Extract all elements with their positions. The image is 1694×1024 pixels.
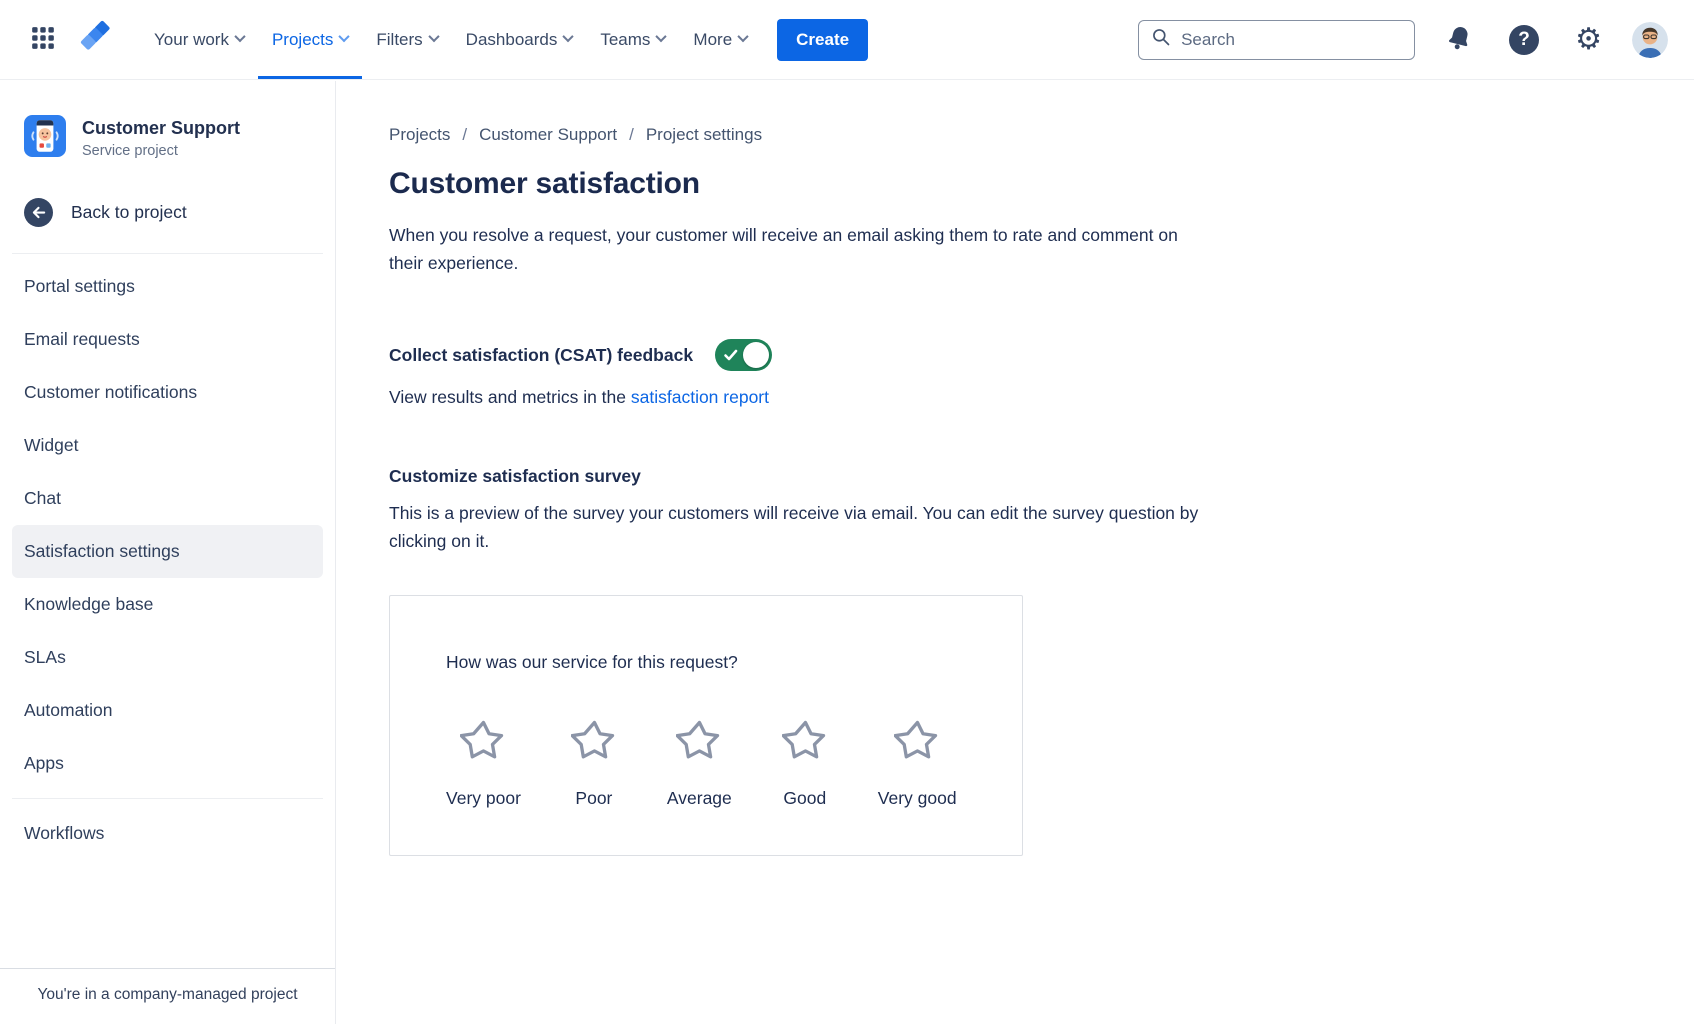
star-icon xyxy=(782,717,828,768)
csat-toggle-row: Collect satisfaction (CSAT) feedback xyxy=(389,339,1654,371)
star-icon xyxy=(676,717,722,768)
rating-good[interactable]: Good xyxy=(782,717,828,809)
back-to-project-link[interactable]: Back to project xyxy=(12,172,323,251)
sidebar-item-automation[interactable]: Automation xyxy=(12,684,323,737)
project-avatar-icon xyxy=(24,115,66,162)
help-button[interactable]: ? xyxy=(1503,25,1545,55)
breadcrumb-separator: / xyxy=(629,125,634,145)
project-header: Customer Support Service project xyxy=(12,107,323,172)
nav-label: More xyxy=(693,30,732,50)
top-navigation: Your work Projects Filters Dashboards Te… xyxy=(0,0,1694,80)
rating-label: Very good xyxy=(878,788,957,809)
nav-label: Dashboards xyxy=(466,30,558,50)
breadcrumb: Projects / Customer Support / Project se… xyxy=(389,125,1654,145)
sidebar-item-workflows[interactable]: Workflows xyxy=(12,807,323,860)
jira-arrows-icon xyxy=(78,20,112,59)
breadcrumb-project-settings[interactable]: Project settings xyxy=(646,125,762,145)
breadcrumb-separator: / xyxy=(462,125,467,145)
chevron-down-icon xyxy=(737,30,748,41)
project-settings-sidebar: Customer Support Service project Back to… xyxy=(0,81,336,1024)
divider xyxy=(12,253,323,254)
user-avatar[interactable] xyxy=(1632,22,1668,58)
rating-label: Very poor xyxy=(446,788,521,809)
chevron-down-icon xyxy=(234,30,245,41)
survey-question[interactable]: How was our service for this request? xyxy=(446,652,738,673)
rating-average[interactable]: Average xyxy=(667,717,732,809)
notifications-button[interactable] xyxy=(1436,20,1482,60)
sidebar-item-satisfaction-settings[interactable]: Satisfaction settings xyxy=(12,525,323,578)
app-switcher-button[interactable] xyxy=(24,0,62,79)
satisfaction-report-link[interactable]: satisfaction report xyxy=(631,387,769,407)
breadcrumb-projects[interactable]: Projects xyxy=(389,125,450,145)
sidebar-item-email-requests[interactable]: Email requests xyxy=(12,313,323,366)
star-icon xyxy=(571,717,617,768)
project-name: Customer Support xyxy=(82,118,240,139)
chevron-down-icon xyxy=(563,30,574,41)
rating-label: Good xyxy=(783,788,826,809)
nav-item-your-work[interactable]: Your work xyxy=(140,0,258,79)
chevron-down-icon xyxy=(339,30,350,41)
nav-item-projects[interactable]: Projects xyxy=(258,0,362,79)
sidebar-item-knowledge-base[interactable]: Knowledge base xyxy=(12,578,323,631)
rating-scale: Very poor Poor Average xyxy=(446,717,1002,809)
project-type-note: You're in a company-managed project xyxy=(0,968,335,1024)
customize-description: This is a preview of the survey your cus… xyxy=(389,499,1219,555)
nav-item-filters[interactable]: Filters xyxy=(362,0,451,79)
jira-logo[interactable] xyxy=(72,0,118,79)
grid-icon xyxy=(30,25,56,54)
star-icon xyxy=(460,717,506,768)
nav-label: Projects xyxy=(272,30,333,50)
customize-heading: Customize satisfaction survey xyxy=(389,466,1654,487)
project-type: Service project xyxy=(82,143,240,159)
nav-label: Filters xyxy=(376,30,422,50)
chevron-down-icon xyxy=(428,30,439,41)
nav-item-more[interactable]: More xyxy=(679,0,761,79)
search-input[interactable] xyxy=(1181,30,1402,50)
arrow-left-icon xyxy=(24,198,53,227)
gear-icon: ⚙ xyxy=(1575,25,1602,55)
settings-button[interactable]: ⚙ xyxy=(1569,25,1608,55)
sidebar-item-portal-settings[interactable]: Portal settings xyxy=(12,260,323,313)
chevron-down-icon xyxy=(656,30,667,41)
nav-item-dashboards[interactable]: Dashboards xyxy=(452,0,587,79)
main-content: Projects / Customer Support / Project se… xyxy=(337,81,1694,1024)
metrics-line: View results and metrics in the satisfac… xyxy=(389,387,1654,408)
page-intro: When you resolve a request, your custome… xyxy=(389,221,1189,277)
create-button[interactable]: Create xyxy=(777,19,868,61)
toggle-knob xyxy=(743,342,769,368)
sidebar-item-apps[interactable]: Apps xyxy=(12,737,323,790)
checkmark-icon xyxy=(723,347,739,368)
settings-menu: Portal settings Email requests Customer … xyxy=(12,260,323,860)
search-box[interactable] xyxy=(1138,20,1415,60)
rating-very-poor[interactable]: Very poor xyxy=(446,717,521,809)
nav-item-teams[interactable]: Teams xyxy=(586,0,679,79)
back-to-project-label: Back to project xyxy=(71,202,187,223)
rating-label: Average xyxy=(667,788,732,809)
question-mark-icon: ? xyxy=(1509,25,1539,55)
bell-icon xyxy=(1442,21,1477,58)
nav-label: Teams xyxy=(600,30,650,50)
breadcrumb-customer-support[interactable]: Customer Support xyxy=(479,125,617,145)
rating-poor[interactable]: Poor xyxy=(571,717,617,809)
nav-label: Your work xyxy=(154,30,229,50)
page-title: Customer satisfaction xyxy=(389,167,1654,201)
star-icon xyxy=(894,717,940,768)
csat-label: Collect satisfaction (CSAT) feedback xyxy=(389,345,693,366)
metrics-text: View results and metrics in the xyxy=(389,387,631,407)
divider xyxy=(12,798,323,799)
sidebar-item-slas[interactable]: SLAs xyxy=(12,631,323,684)
rating-very-good[interactable]: Very good xyxy=(878,717,957,809)
survey-preview-card: How was our service for this request? Ve… xyxy=(389,595,1023,856)
sidebar-item-customer-notifications[interactable]: Customer notifications xyxy=(12,366,323,419)
csat-toggle[interactable] xyxy=(715,339,772,371)
rating-label: Poor xyxy=(575,788,612,809)
sidebar-item-chat[interactable]: Chat xyxy=(12,472,323,525)
sidebar-item-widget[interactable]: Widget xyxy=(12,419,323,472)
search-icon xyxy=(1151,27,1171,52)
